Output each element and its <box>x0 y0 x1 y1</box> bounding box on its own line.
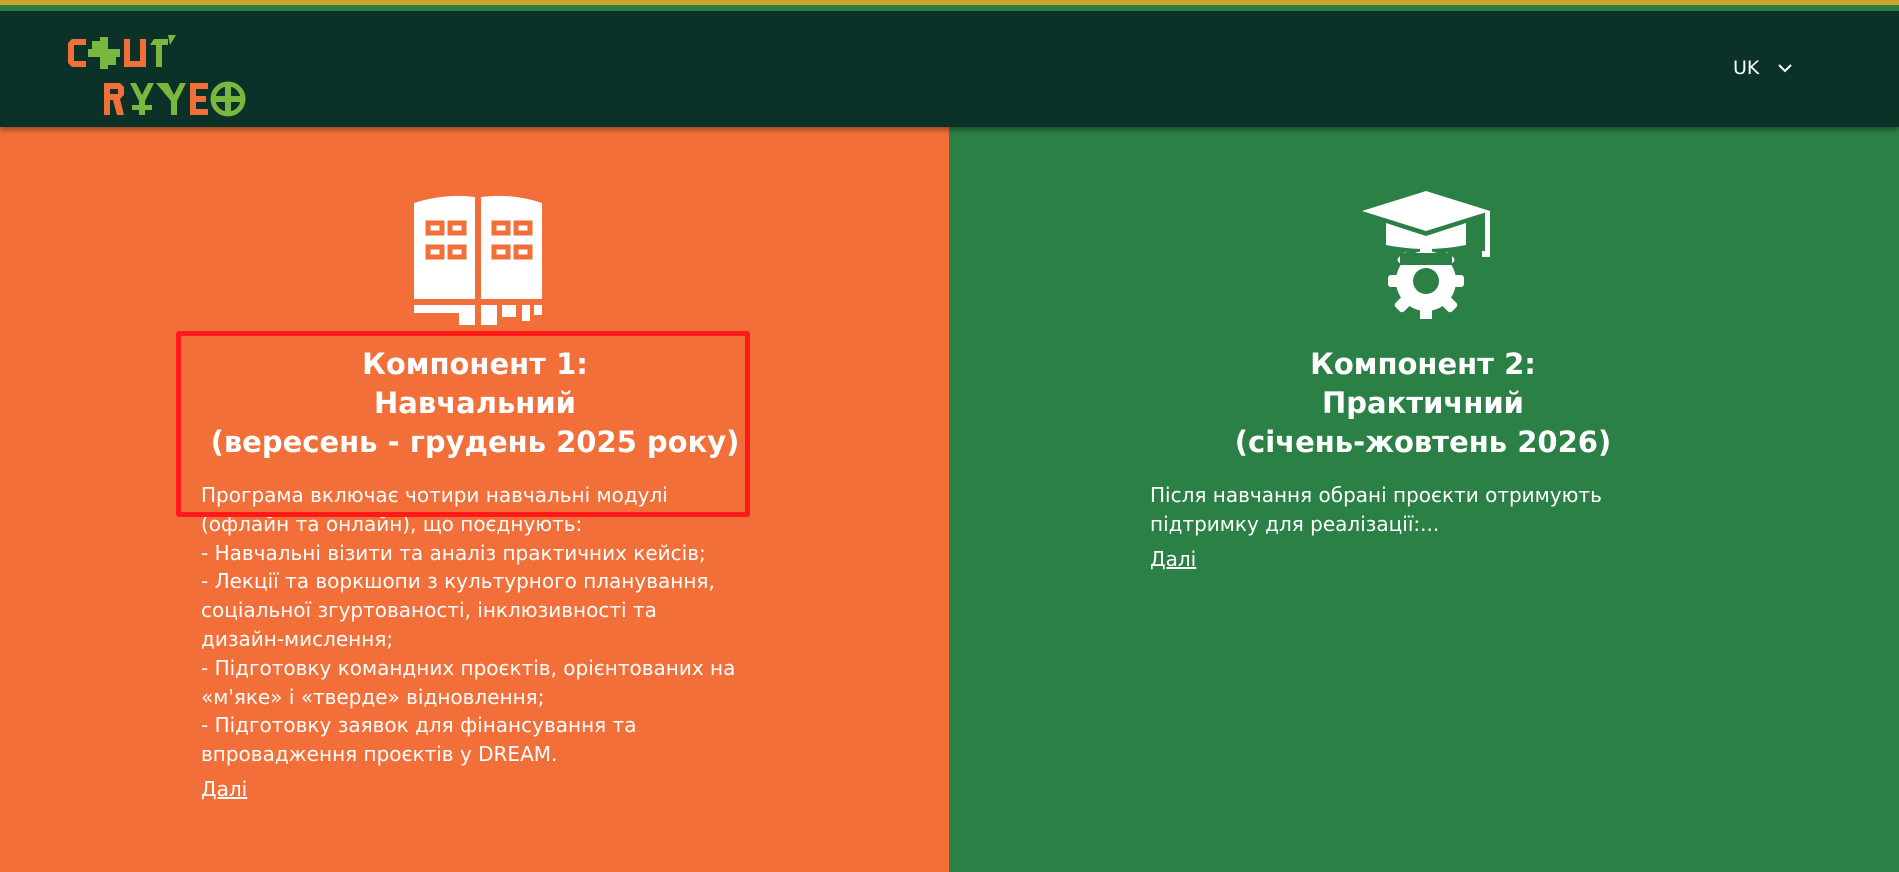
graduation-cap-gear-icon <box>1362 191 1490 319</box>
component-1-more-link[interactable]: Далі <box>201 777 247 801</box>
highlight-box <box>176 331 750 517</box>
component-1-description: Програма включає чотири навчальні модулі… <box>201 483 736 767</box>
language-selector[interactable]: UK <box>1733 53 1793 83</box>
book-icon <box>414 195 542 325</box>
component-2-title: Компонент 2: Практичний (січень-жовтень … <box>1234 347 1612 459</box>
chevron-down-icon <box>1778 64 1793 73</box>
component-2-description: Після навчання обрані проєкти отримують … <box>1150 483 1602 536</box>
language-label: UK <box>1733 57 1760 79</box>
cultureo-logo-icon[interactable] <box>64 33 249 119</box>
component-2-panel: Компонент 2: Практичний (січень-жовтень … <box>949 127 1899 872</box>
component-2-more-link[interactable]: Далі <box>1150 547 1196 571</box>
site-header: UK <box>0 11 1899 127</box>
